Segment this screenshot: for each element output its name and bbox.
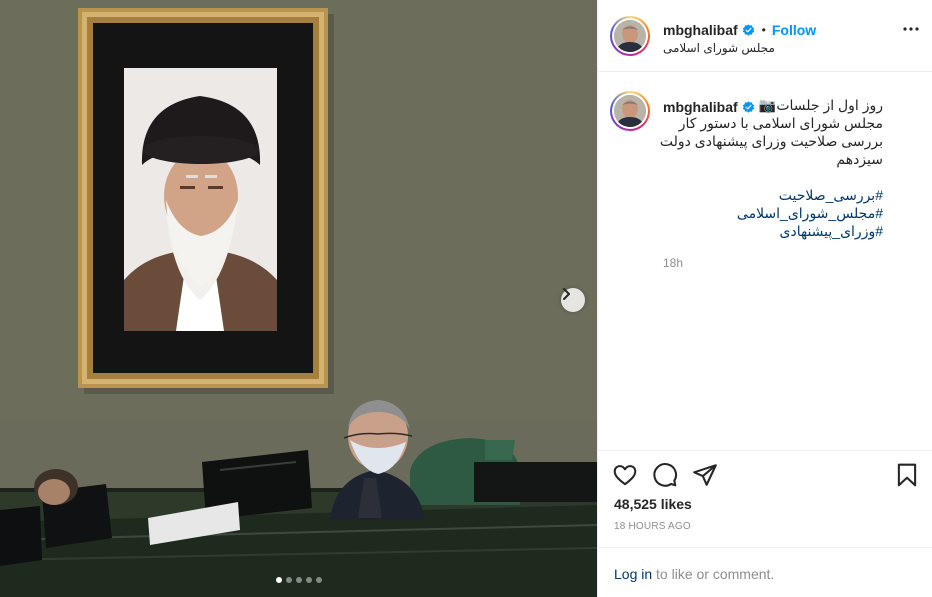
- caption-profile-photo: [614, 95, 646, 127]
- action-bar: [598, 450, 932, 496]
- username[interactable]: mbghalibaf: [663, 22, 738, 38]
- caption-text: روز اول از جلسات📷 مجلس شورای اسلامی با د…: [653, 96, 883, 168]
- carousel-dot: [295, 577, 302, 583]
- post-side-panel: mbghalibaf • Follow مجلس شورای اسلامی mb…: [597, 0, 932, 597]
- login-prompt-text: Log in to like or comment.: [614, 566, 774, 582]
- avatar[interactable]: [610, 16, 650, 56]
- more-options-icon[interactable]: [903, 27, 919, 31]
- hashtag-link[interactable]: #مجلس_شورای_اسلامی: [653, 204, 883, 222]
- carousel-next-button[interactable]: [561, 288, 585, 312]
- location-link[interactable]: مجلس شورای اسلامی: [663, 41, 775, 55]
- carousel-dot: [275, 577, 282, 583]
- profile-photo: [614, 20, 646, 52]
- header-separator: •: [761, 23, 766, 37]
- comment-icon[interactable]: [652, 462, 678, 488]
- caption-avatar[interactable]: [610, 91, 650, 131]
- login-prompt: Log in to like or comment.: [598, 547, 932, 597]
- caption-timestamp[interactable]: 18h: [663, 256, 683, 270]
- follow-button[interactable]: Follow: [772, 22, 816, 38]
- post-header: mbghalibaf • Follow مجلس شورای اسلامی: [598, 0, 932, 72]
- header-user-row: mbghalibaf • Follow: [663, 22, 816, 38]
- hashtag-list: #بررسی_صلاحیت #مجلس_شورای_اسلامی #وزرای_…: [653, 186, 883, 240]
- login-prompt-rest: to like or comment.: [652, 566, 775, 582]
- chevron-right-icon: [563, 288, 570, 300]
- caption-section: mbghalibaf روز اول از جلسات📷 مجلس شورای …: [598, 72, 932, 450]
- heart-icon[interactable]: [612, 462, 638, 488]
- carousel-dot: [305, 577, 312, 583]
- carousel-dot: [315, 577, 322, 583]
- post-photo[interactable]: [0, 0, 597, 597]
- post-photo-scene: [0, 0, 597, 597]
- like-count[interactable]: 48,525 likes: [614, 496, 692, 512]
- hashtag-link[interactable]: #بررسی_صلاحیت: [653, 186, 883, 204]
- caption-line: روز اول از جلسات📷: [758, 97, 883, 113]
- caption-line: مجلس شورای اسلامی با دستور کار: [678, 115, 883, 131]
- caption-line: سیزدهم: [836, 151, 883, 167]
- share-icon[interactable]: [692, 462, 718, 488]
- caption-line: بررسی صلاحیت وزرای پیشنهادی دولت: [659, 133, 883, 149]
- post-timestamp: 18 HOURS AGO: [614, 521, 691, 532]
- verified-badge-icon: [742, 23, 754, 36]
- login-link[interactable]: Log in: [614, 566, 652, 582]
- hashtag-link[interactable]: #وزرای_پیشنهادی: [653, 222, 883, 240]
- bookmark-icon[interactable]: [894, 462, 920, 488]
- carousel-indicator: [0, 577, 597, 583]
- carousel-dot: [285, 577, 292, 583]
